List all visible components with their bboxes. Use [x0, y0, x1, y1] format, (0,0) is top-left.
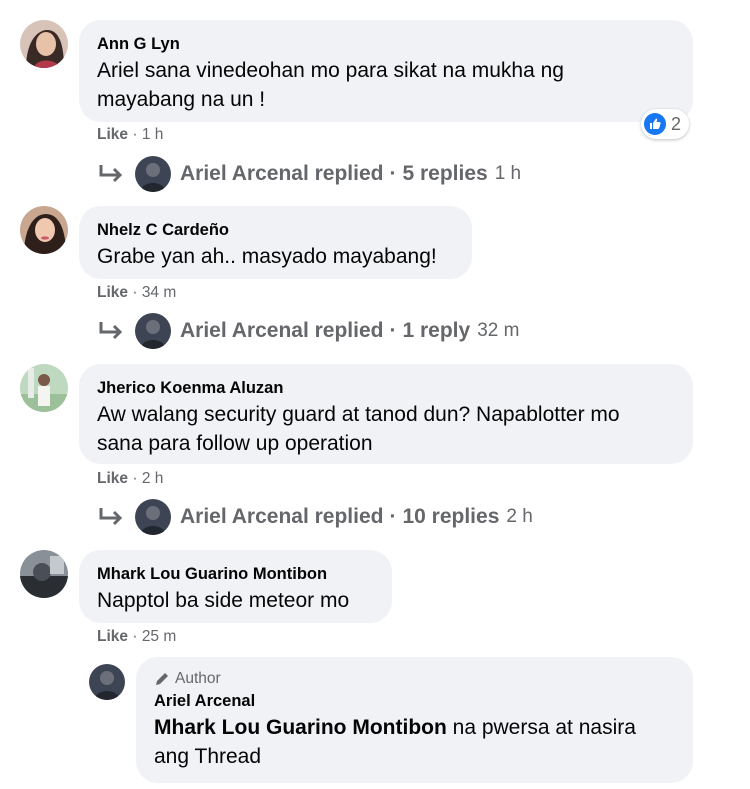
avatar[interactable] — [20, 550, 68, 598]
timestamp[interactable]: 2 h — [142, 470, 164, 487]
avatar — [135, 499, 171, 535]
replier-name: Ariel Arcenal replied — [180, 505, 384, 528]
reply-bubble: Author Ariel Arcenal Mhark Lou Guarino M… — [136, 657, 693, 783]
comment-author[interactable]: Ann G Lyn — [97, 34, 673, 54]
reply-arrow-icon — [99, 508, 123, 526]
reply-count: 1 reply — [402, 319, 471, 342]
replier-name: Ariel Arcenal replied — [180, 319, 384, 342]
timestamp[interactable]: 1 h — [142, 126, 164, 143]
reply-time: 32 m — [477, 320, 520, 341]
comment-bubble: Nhelz C Cardeño Grabe yan ah.. masyado m… — [79, 206, 472, 279]
like-reaction-icon — [644, 113, 666, 135]
view-replies-link[interactable]: Ariel Arcenal replied · 1 reply 32 m — [97, 311, 519, 351]
like-link[interactable]: Like — [97, 126, 128, 143]
reply-author[interactable]: Ariel Arcenal — [154, 691, 673, 711]
avatar — [135, 313, 171, 349]
avatar — [135, 156, 171, 192]
timestamp[interactable]: 25 m — [142, 628, 176, 645]
comment-text: sana para follow up operation — [97, 432, 373, 455]
timestamp[interactable]: 34 m — [142, 284, 176, 301]
comment-text: Aw walang security guard at tanod dun? N… — [97, 403, 620, 426]
reply-text-part: na pwersa at nasira — [446, 716, 636, 739]
comment-text: Napptol ba side meteor mo — [97, 589, 350, 612]
reply-count: 5 replies — [402, 162, 488, 185]
reply-text-part: ang Thread — [154, 745, 262, 768]
avatar[interactable] — [20, 206, 68, 254]
like-link[interactable]: Like — [97, 628, 128, 645]
reply-count: 10 replies — [402, 505, 500, 528]
author-badge: Author — [154, 669, 673, 689]
comment-bubble: Jherico Koenma Aluzan Aw walang security… — [79, 364, 693, 464]
separator: · — [389, 505, 397, 528]
pencil-icon — [156, 673, 168, 685]
separator: · — [132, 470, 138, 487]
comment-bubble: Mhark Lou Guarino Montibon Napptol ba si… — [79, 550, 392, 623]
separator: · — [389, 162, 397, 185]
reaction-badge[interactable]: 2 — [641, 109, 690, 139]
avatar[interactable] — [20, 20, 68, 68]
reply-time: 2 h — [506, 506, 533, 527]
replier-name: Ariel Arcenal replied — [180, 162, 384, 185]
like-link[interactable]: Like — [97, 470, 128, 487]
reply-arrow-icon — [99, 165, 123, 183]
reaction-count: 2 — [671, 113, 682, 134]
avatar[interactable] — [89, 664, 125, 700]
comment-text: Grabe yan ah.. masyado mayabang! — [97, 245, 437, 268]
comment-meta: Like · 34 m — [97, 284, 176, 302]
mention-link[interactable]: Mhark Lou Guarino Montibon — [154, 716, 447, 739]
separator: · — [132, 628, 138, 645]
separator: · — [132, 126, 138, 143]
comment-meta: Like · 2 h — [97, 470, 163, 488]
avatar[interactable] — [20, 364, 68, 412]
reply-time: 1 h — [494, 163, 522, 184]
comment-text: mayabang na un ! — [97, 88, 266, 111]
like-link[interactable]: Like — [97, 284, 128, 301]
comment-author[interactable]: Jherico Koenma Aluzan — [97, 378, 673, 398]
comment-author[interactable]: Mhark Lou Guarino Montibon — [97, 564, 372, 584]
reply-arrow-icon — [99, 322, 123, 340]
comment-text: Ariel sana vinedeohan mo para sikat na m… — [97, 59, 564, 82]
comment-meta: Like · 1 h — [97, 126, 163, 144]
comment-author[interactable]: Nhelz C Cardeño — [97, 220, 452, 240]
reply-text: ang Thread — [154, 742, 673, 771]
view-replies-link[interactable]: Ariel Arcenal replied · 10 replies 2 h — [97, 497, 533, 537]
separator: · — [389, 319, 397, 342]
comment-meta: Like · 25 m — [97, 628, 176, 646]
comment-bubble: Ann G Lyn Ariel sana vinedeohan mo para … — [79, 20, 693, 122]
author-badge-label: Author — [175, 670, 221, 687]
reply-text: Mhark Lou Guarino Montibon na pwersa at … — [154, 713, 673, 742]
view-replies-link[interactable]: Ariel Arcenal replied · 5 replies 1 h — [97, 154, 521, 194]
separator: · — [132, 284, 138, 301]
